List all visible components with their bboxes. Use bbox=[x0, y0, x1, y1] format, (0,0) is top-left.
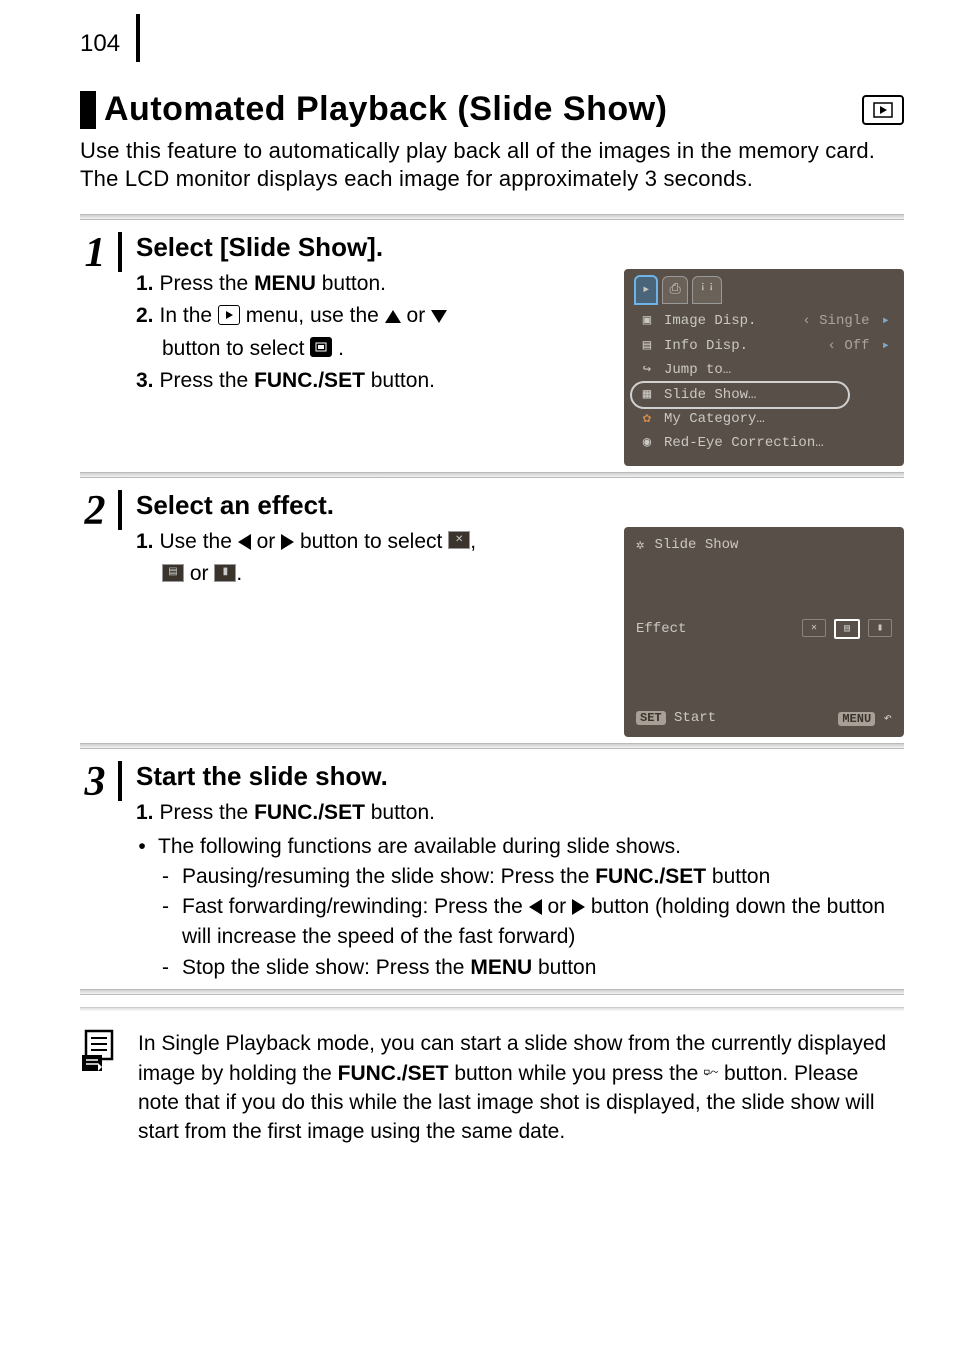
left-arrow-icon bbox=[529, 899, 542, 915]
divider bbox=[80, 743, 904, 749]
lcd-menu-item: ✿My Category… bbox=[624, 407, 904, 431]
playback-menu-icon bbox=[218, 305, 240, 325]
lcd-effect-opt-fade: ▤ bbox=[834, 619, 860, 639]
effect-scroll-icon: ▮ bbox=[214, 564, 236, 582]
divider bbox=[80, 472, 904, 478]
lcd-menu-item: ◉Red-Eye Correction… bbox=[624, 431, 904, 455]
step-number: 3 bbox=[80, 761, 122, 801]
title-accent-bar bbox=[80, 91, 96, 129]
lcd-tab-tools: ꜟꜟ bbox=[692, 276, 723, 304]
step-instructions: 1. Press the MENU button. 2. In the menu… bbox=[136, 269, 606, 466]
section-intro: Use this feature to automatically play b… bbox=[80, 137, 904, 192]
page-number: 104 bbox=[80, 14, 140, 62]
step-heading: Select [Slide Show]. bbox=[136, 232, 904, 263]
left-arrow-icon bbox=[238, 534, 251, 550]
divider bbox=[80, 989, 904, 995]
note-block: In Single Playback mode, you can start a… bbox=[80, 1029, 904, 1147]
up-arrow-icon bbox=[385, 310, 401, 323]
step-3: 3 Start the slide show. 1. Press the FUN… bbox=[80, 761, 904, 984]
playback-mode-icon bbox=[862, 95, 904, 125]
step-instructions: 1. Press the FUNC./SET button. •The foll… bbox=[136, 798, 904, 984]
lcd-menu-item: ▤Info Disp.‹ Off▸ bbox=[624, 334, 904, 358]
lcd-menu-item: ▣Image Disp.‹ Single▸ bbox=[624, 309, 904, 333]
lcd-screenshot-2: ✲Slide Show Effect ✕ ▤ ▮ SET Start MENU … bbox=[624, 527, 904, 737]
note-icon bbox=[80, 1029, 120, 1078]
divider bbox=[80, 1007, 904, 1011]
lcd-effect-label: Effect bbox=[636, 621, 696, 637]
right-arrow-icon bbox=[281, 534, 294, 550]
step-number: 2 bbox=[80, 490, 122, 530]
step-2: 2 Select an effect. 1. Use the or button… bbox=[80, 490, 904, 737]
print-share-icon bbox=[704, 1063, 718, 1081]
step-1: 1 Select [Slide Show]. 1. Press the MENU… bbox=[80, 232, 904, 466]
lcd-menu-item: ↪Jump to… bbox=[624, 358, 904, 382]
step-heading: Start the slide show. bbox=[136, 761, 904, 792]
section-title-row: Automated Playback (Slide Show) bbox=[80, 90, 904, 129]
lcd-menu-badge: MENU bbox=[838, 712, 875, 726]
lcd-menu-item-selected: ▦Slide Show… bbox=[624, 383, 904, 407]
effect-off-icon: ✕ bbox=[448, 531, 470, 549]
page-number-area: 104 bbox=[80, 18, 140, 62]
step-number: 1 bbox=[80, 232, 122, 272]
divider bbox=[80, 214, 904, 220]
effect-fade-icon: ▤ bbox=[162, 564, 184, 582]
section-title: Automated Playback (Slide Show) bbox=[104, 90, 667, 129]
lcd-tab-print: ⎙ bbox=[662, 276, 687, 304]
down-arrow-icon bbox=[431, 310, 447, 323]
lcd-effect-opt-off: ✕ bbox=[802, 619, 826, 637]
slideshow-menu-icon bbox=[310, 337, 332, 357]
right-arrow-icon bbox=[572, 899, 585, 915]
step-instructions: 1. Use the or button to select ✕, bbox=[136, 527, 606, 737]
lcd-screenshot-1: ▸ ⎙ ꜟꜟ ▣Image Disp.‹ Single▸ ▤Info Disp.… bbox=[624, 269, 904, 466]
step-heading: Select an effect. bbox=[136, 490, 904, 521]
steps-container: 1 Select [Slide Show]. 1. Press the MENU… bbox=[80, 214, 904, 1147]
lcd-set-badge: SET bbox=[636, 711, 666, 725]
lcd-tab-playback: ▸ bbox=[634, 275, 658, 305]
lcd-slideshow-icon: ✲ bbox=[636, 537, 644, 554]
note-text: In Single Playback mode, you can start a… bbox=[138, 1029, 904, 1147]
lcd-effect-opt-scroll: ▮ bbox=[868, 619, 892, 637]
